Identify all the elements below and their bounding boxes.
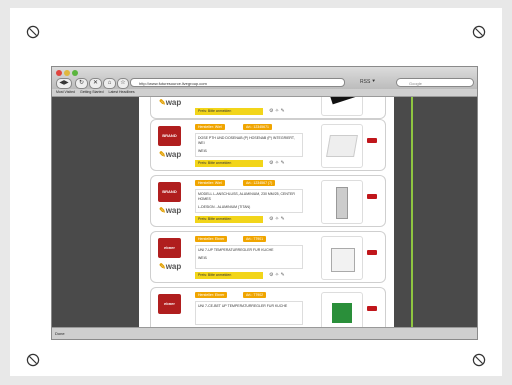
product-description: UNI 7-CE-BET UP TEMPERATURREGLER FUR KUC… — [195, 301, 303, 325]
price-bar: Preis: Bitte anmelden — [195, 272, 263, 279]
product-description: UNI 7-UP TEMPERATURREGLER FUR KUCHE WEIß — [195, 245, 303, 269]
product-description: MODELL L-ANSCHLUSS, ALUMINIUM, 230 MM/25… — [195, 189, 303, 213]
wap-logo: ✎wap — [159, 206, 182, 215]
article-number: Art.: 77902 — [243, 292, 267, 298]
product-description: DOSE PTH UND DOSENAB (P) HOSENAB (P) INT… — [195, 133, 303, 157]
address-bar[interactable]: http://www.futuresource.livegroup.com — [130, 78, 345, 87]
manufacturer-label: Hersteller: Ebner — [195, 292, 228, 298]
reload-button[interactable]: ↻ — [75, 78, 88, 89]
price-bar: Preis: Bitte anmelden — [195, 160, 263, 167]
home-button[interactable]: ⌂ — [103, 78, 116, 89]
product-thumbnail — [321, 292, 363, 327]
action-icons[interactable]: ⚙ ✧ ✎ — [269, 216, 285, 222]
connector-plug — [367, 138, 377, 143]
browser-toolbar: ◀▶ ↻ ✕ ⌂ ☆ http://www.futuresource.liveg… — [52, 67, 477, 90]
action-icons[interactable]: ⚙ ✧ ✎ — [269, 160, 285, 166]
manufacturer-label: Hersteller: Wiel — [195, 124, 225, 130]
page-viewport[interactable]: ✎wap Preis: Bitte anmelden ⚙ ✧ ✎ BRAND ✎… — [52, 97, 477, 327]
article-number: Art.: 1234567 (7) — [243, 180, 276, 186]
back-button[interactable]: ◀▶ — [56, 78, 72, 89]
product-thumbnail — [321, 236, 363, 280]
product-thumbnail — [321, 180, 363, 224]
search-input[interactable]: Google — [396, 78, 474, 87]
brand-logo: BRAND — [158, 182, 181, 202]
product-item[interactable]: ✎wap Preis: Bitte anmelden ⚙ ✧ ✎ — [150, 97, 386, 119]
minimize-window-button[interactable] — [64, 70, 70, 76]
bookmarks-bar: Most Visited Getting Started Latest Head… — [52, 89, 477, 97]
browser-window: ◀▶ ↻ ✕ ⌂ ☆ http://www.futuresource.liveg… — [51, 66, 478, 340]
product-thumbnail — [321, 97, 363, 116]
brand-logo: ebner — [158, 238, 181, 258]
price-bar: Preis: Bitte anmelden — [195, 108, 263, 115]
connector-plug — [367, 306, 377, 311]
price-bar: Preis: Bitte anmelden — [195, 216, 263, 223]
bookmark-link[interactable]: Most Visited — [56, 90, 75, 94]
bookmark-link[interactable]: Latest Headlines — [109, 90, 135, 94]
article-number: Art.: 12345671 — [243, 124, 272, 130]
product-item[interactable]: BRAND ✎wap Hersteller: Wiel Art.: 123456… — [150, 119, 386, 171]
action-icons[interactable]: ⚙ ✧ ✎ — [269, 108, 285, 114]
brand-logo: ebner — [158, 294, 181, 314]
zoom-window-button[interactable] — [72, 70, 78, 76]
product-item[interactable]: BRAND ✎wap Hersteller: Wiel Art.: 123456… — [150, 175, 386, 227]
wap-logo: ✎wap — [159, 98, 182, 107]
rss-dropdown[interactable]: RSS ⯆ — [360, 79, 376, 85]
product-item[interactable]: ebner Hersteller: Ebner Art.: 77902 UNI … — [150, 287, 386, 327]
manufacturer-label: Hersteller: Ebner — [195, 236, 228, 242]
product-thumbnail — [321, 124, 363, 168]
bookmark-link[interactable]: Getting Started — [80, 90, 104, 94]
bookmark-button[interactable]: ☆ — [117, 78, 129, 89]
connector-rail — [411, 97, 413, 327]
screw-icon — [472, 353, 486, 367]
brand-logo: BRAND — [158, 126, 181, 146]
screw-icon — [26, 353, 40, 367]
screw-icon — [472, 25, 486, 39]
article-number: Art.: 77901 — [243, 236, 267, 242]
connector-plug — [367, 250, 377, 255]
status-bar: Done — [52, 327, 477, 339]
stop-button[interactable]: ✕ — [89, 78, 102, 89]
product-item[interactable]: ebner ✎wap Hersteller: Ebner Art.: 77901… — [150, 231, 386, 283]
connector-plug — [367, 194, 377, 199]
product-list-page: ✎wap Preis: Bitte anmelden ⚙ ✧ ✎ BRAND ✎… — [139, 97, 413, 327]
action-icons[interactable]: ⚙ ✧ ✎ — [269, 272, 285, 278]
manufacturer-label: Hersteller: Wiel — [195, 180, 225, 186]
screw-icon — [26, 25, 40, 39]
wap-logo: ✎wap — [159, 262, 182, 271]
wap-logo: ✎wap — [159, 150, 182, 159]
close-window-button[interactable] — [56, 70, 62, 76]
